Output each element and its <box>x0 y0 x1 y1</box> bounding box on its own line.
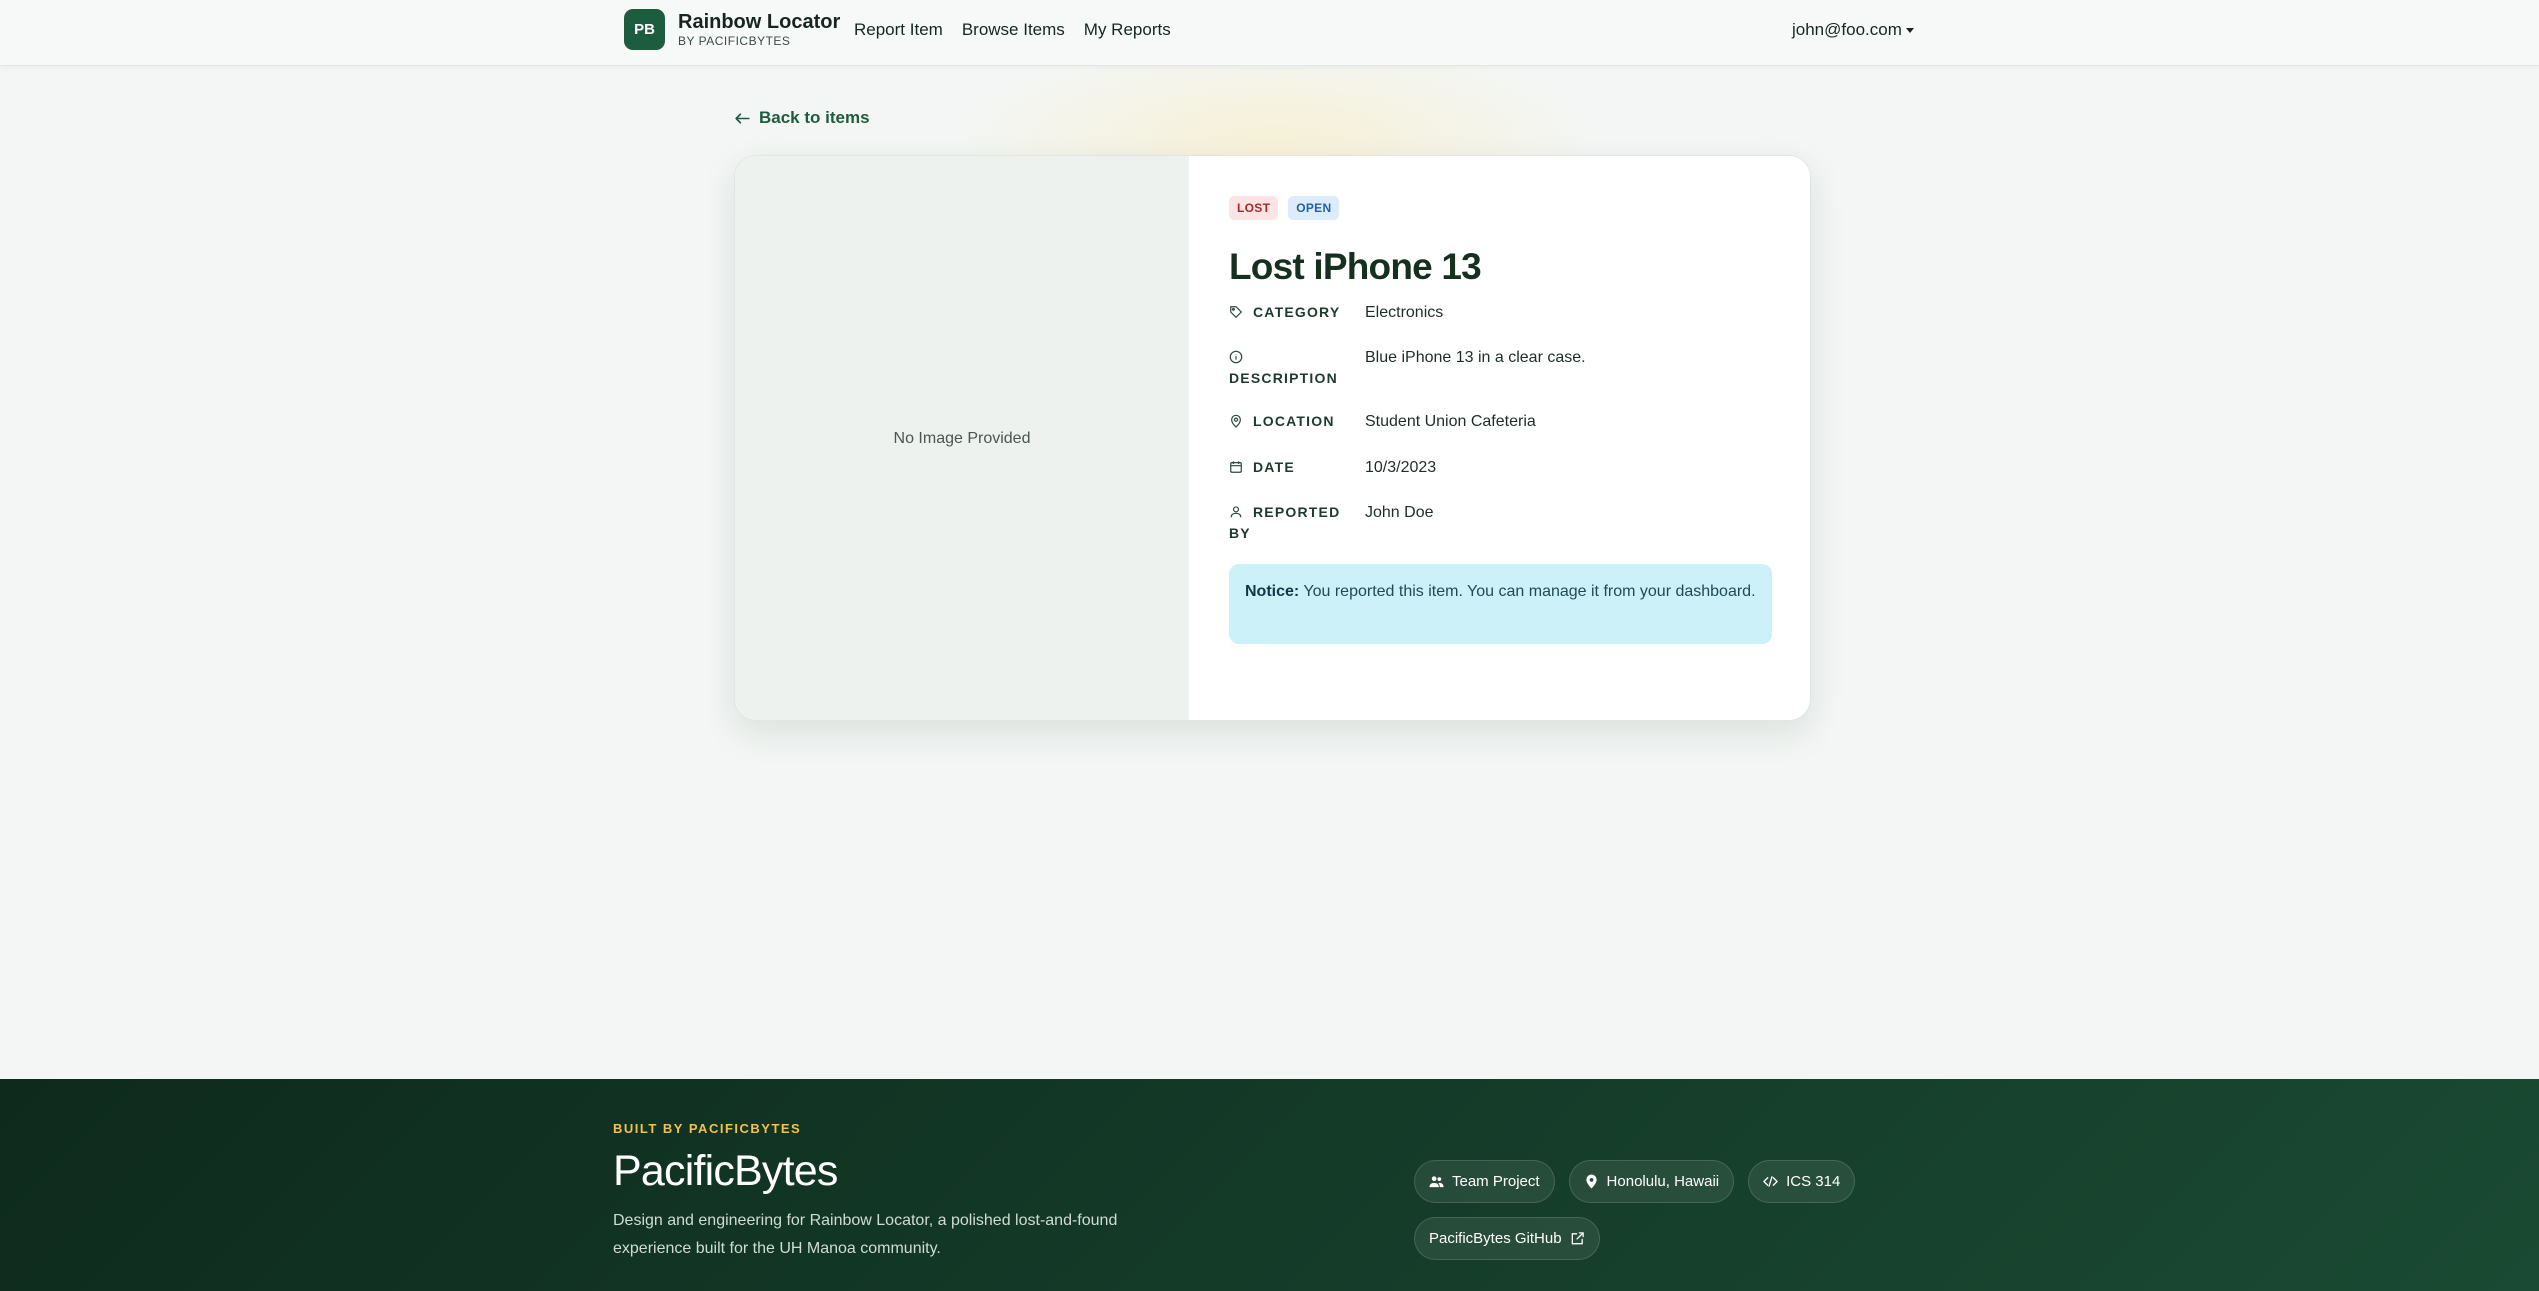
field-label: LOCATION <box>1229 411 1365 457</box>
chip-team-project: Team Project <box>1414 1160 1555 1203</box>
item-image-placeholder: No Image Provided <box>735 156 1189 720</box>
field-date: DATE 10/3/2023 <box>1229 457 1774 502</box>
field-label: CATEGORY <box>1229 302 1365 347</box>
nav-my-reports[interactable]: My Reports <box>1084 20 1171 40</box>
field-value: Student Union Cafeteria <box>1365 413 1536 430</box>
user-menu-dropdown[interactable]: john@foo.com <box>1792 20 1914 40</box>
field-value: John Doe <box>1365 504 1434 521</box>
type-badge: LOST <box>1229 196 1279 220</box>
item-details: LOST OPEN Lost iPhone 13 CATEGORY Electr… <box>1229 196 1774 644</box>
github-link-button[interactable]: PacificBytes GitHub <box>1414 1217 1600 1260</box>
nav-report-item[interactable]: Report Item <box>854 20 943 40</box>
badges: LOST OPEN <box>1229 196 1774 220</box>
back-link-label: Back to items <box>759 108 870 127</box>
field-description: DESCRIPTION Blue iPhone 13 in a clear ca… <box>1229 347 1774 411</box>
field-value: 10/3/2023 <box>1365 459 1437 476</box>
field-reported-by: REPORTED BY John Doe <box>1229 502 1774 564</box>
user-email: john@foo.com <box>1792 20 1902 39</box>
nav-links: Report Item Browse Items My Reports <box>854 20 1171 40</box>
brand-text: Rainbow Locator BY PACIFICBYTES <box>678 11 840 49</box>
arrow-left-icon <box>735 112 750 124</box>
no-image-text: No Image Provided <box>893 430 1031 447</box>
info-icon <box>1229 350 1243 364</box>
item-title: Lost iPhone 13 <box>1229 246 1482 287</box>
caret-down-icon <box>1905 27 1914 33</box>
people-icon <box>1429 1176 1444 1188</box>
chip-location: Honolulu, Hawaii <box>1568 1160 1735 1203</box>
nav-browse-items[interactable]: Browse Items <box>962 20 1065 40</box>
external-link-icon <box>1571 1232 1584 1245</box>
field-label: DESCRIPTION <box>1229 347 1365 411</box>
code-icon <box>1763 1176 1779 1187</box>
chip-course: ICS 314 <box>1748 1160 1856 1203</box>
brand[interactable]: PB Rainbow Locator BY PACIFICBYTES <box>624 9 840 50</box>
field-label: DATE <box>1229 457 1365 502</box>
field-value: Blue iPhone 13 in a clear case. <box>1365 349 1586 366</box>
back-to-items-link[interactable]: Back to items <box>734 108 870 128</box>
footer-title: PacificBytes <box>613 1147 838 1195</box>
item-detail-card: No Image Provided LOST OPEN Lost iPhone … <box>734 155 1811 721</box>
footer-description: Design and engineering for Rainbow Locat… <box>613 1212 1118 1257</box>
notice-label: Notice: <box>1245 583 1300 600</box>
field-location: LOCATION Student Union Cafeteria <box>1229 411 1774 457</box>
brand-logo: PB <box>624 9 665 50</box>
field-category: CATEGORY Electronics <box>1229 302 1774 347</box>
status-badge: OPEN <box>1288 196 1340 220</box>
map-pin-icon <box>1585 1174 1597 1189</box>
brand-title: Rainbow Locator <box>678 10 841 33</box>
navbar: PB Rainbow Locator BY PACIFICBYTES Repor… <box>0 0 2539 66</box>
person-icon <box>1230 506 1242 518</box>
footer-chips: Team Project Honolulu, Hawaii ICS 314 Pa… <box>1414 1160 1894 1260</box>
notice-text: You reported this item. You can manage i… <box>1303 583 1756 600</box>
footer-eyebrow: BUILT BY PACIFICBYTES <box>613 1121 802 1136</box>
map-pin-icon <box>1231 414 1241 428</box>
brand-subtitle: BY PACIFICBYTES <box>678 33 791 48</box>
item-fields: CATEGORY Electronics DESCRIPTION Blue iP… <box>1229 302 1774 564</box>
field-value: Electronics <box>1365 304 1444 321</box>
owner-notice: Notice: You reported this item. You can … <box>1229 564 1772 644</box>
field-label: REPORTED BY <box>1229 504 1341 541</box>
calendar-icon <box>1230 461 1242 473</box>
tag-icon <box>1230 306 1243 319</box>
footer: BUILT BY PACIFICBYTES PacificBytes Desig… <box>0 1079 2539 1291</box>
